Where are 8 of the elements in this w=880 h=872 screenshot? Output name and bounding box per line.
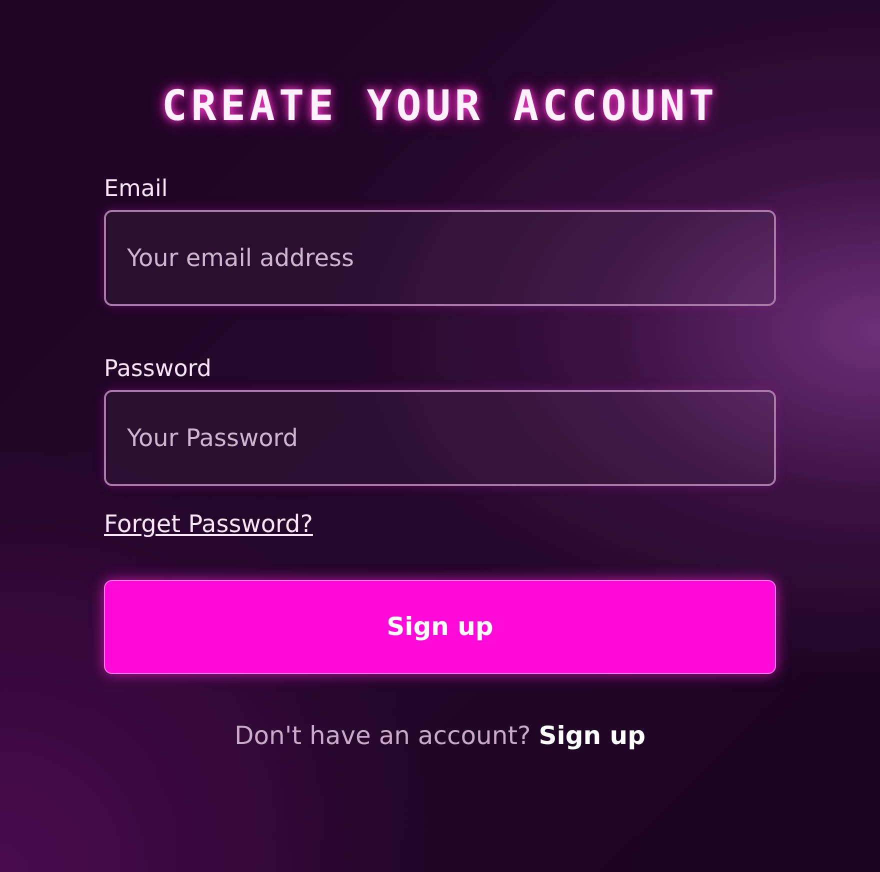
footer-text: Don't have an account? xyxy=(234,720,531,752)
input-field[interactable]: Your email address xyxy=(104,210,776,306)
field-label: Email xyxy=(104,175,168,204)
page-title: CREATE YOUR ACCOUNT xyxy=(162,82,718,130)
field-label: Password xyxy=(104,355,212,384)
sign-up-link[interactable]: Sign up xyxy=(538,720,646,752)
forgot-password-link[interactable]: Forget Password? xyxy=(104,508,313,540)
input-field[interactable]: Your Password xyxy=(104,390,776,486)
